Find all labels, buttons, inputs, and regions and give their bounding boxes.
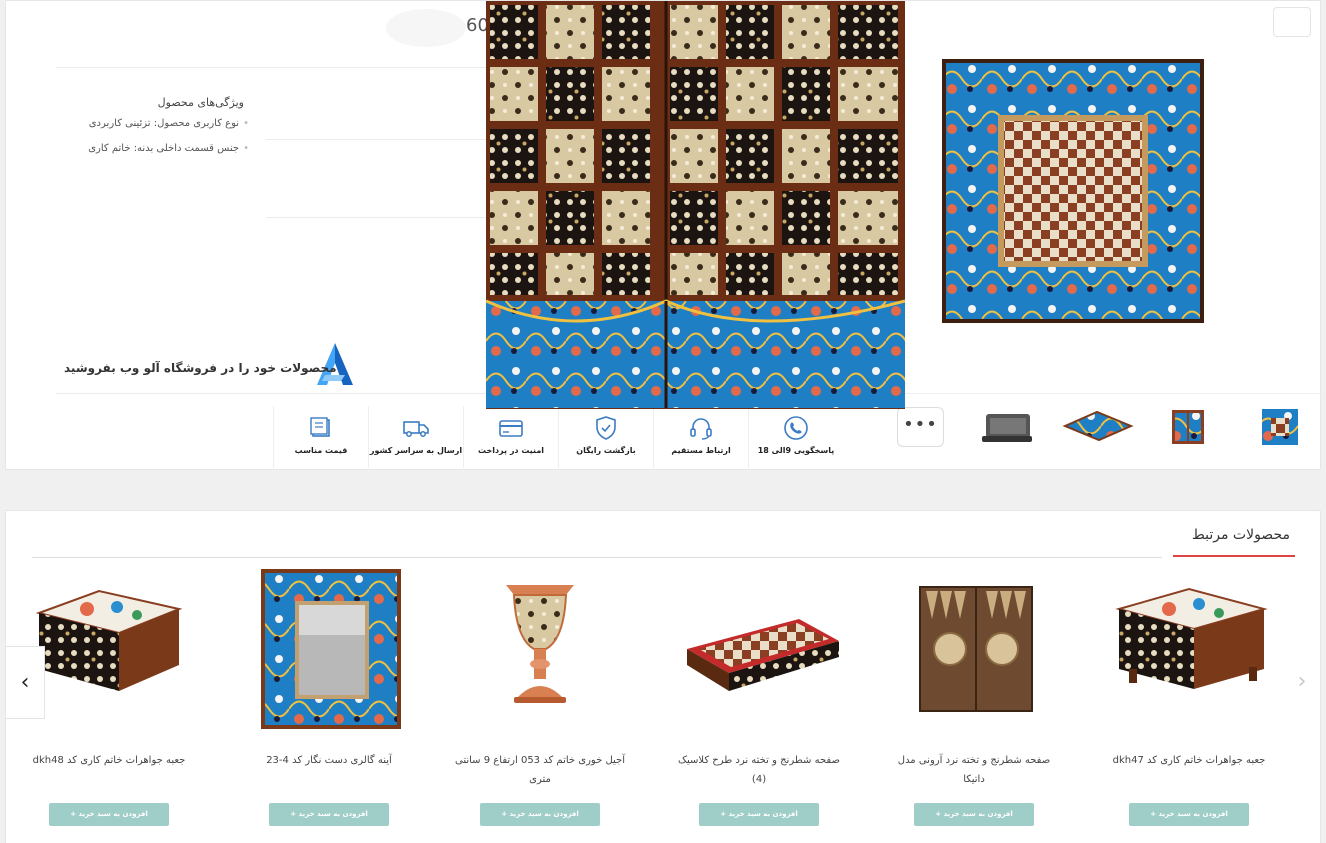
thumbnail-image <box>1062 410 1134 442</box>
thumbs-divider <box>866 393 1326 394</box>
divider <box>266 139 486 140</box>
add-to-cart-button[interactable]: افزودن به سبد خرید + <box>914 803 1034 826</box>
jewelry-box-image <box>1115 587 1268 689</box>
product-image[interactable] <box>894 569 1054 729</box>
product-name[interactable]: آجیل خوری خاتم کد 053 ارتفاع 9 سانتی متر… <box>455 751 625 789</box>
divider <box>266 217 486 218</box>
credit-card-icon <box>499 420 523 437</box>
zoomed-board-image <box>486 1 905 408</box>
service-free-return: بازگشت رایگان <box>558 406 653 468</box>
divider <box>32 557 1162 558</box>
product-card-nut-bowl[interactable]: آجیل خوری خاتم کد 053 ارتفاع 9 سانتی متر… <box>455 569 625 843</box>
main-product-image[interactable] <box>942 59 1204 323</box>
promo-text: محصولات خود را در فروشگاه آلو وب بفروشید <box>64 361 337 375</box>
feature-item: •نوع کاربری محصول: تزئینی کاربردی <box>88 118 249 129</box>
product-name[interactable]: صفحه شطرنج و تخته نرد آرونی مدل داتیکا <box>889 751 1059 789</box>
service-label: پاسخگویی 9الی 18 <box>757 446 835 455</box>
backgammon-board-image <box>919 586 1033 712</box>
thumbnail-open-case[interactable] <box>980 406 1034 448</box>
product-image[interactable] <box>1109 569 1269 729</box>
product-card-datika-board[interactable]: صفحه شطرنج و تخته نرد آرونی مدل داتیکا ا… <box>889 569 1059 843</box>
product-card-dkh47[interactable]: جعبه جواهرات خاتم کاری کد dkh47 افزودن ب… <box>1104 569 1274 843</box>
thumbnail-image <box>1172 410 1204 444</box>
chess-board-image <box>942 59 1204 323</box>
feature-text: جنس قسمت داخلی بدنه: خاتم کاری <box>88 143 240 154</box>
divider <box>56 393 486 394</box>
more-images-button[interactable]: ••• <box>897 407 944 447</box>
truck-icon <box>403 421 429 437</box>
product-image[interactable] <box>460 569 620 729</box>
mirror-frame-image <box>261 569 401 729</box>
divider <box>56 67 486 68</box>
add-to-cart-button[interactable]: افزودن به سبد خرید + <box>480 803 600 826</box>
add-to-cart-button[interactable]: افزودن به سبد خرید + <box>49 803 169 826</box>
product-card-classic-board[interactable]: صفحه شطرنج و تخته نرد طرح کلاسیک (4) افز… <box>674 569 844 843</box>
add-to-cart-button[interactable]: افزودن به سبد خرید + <box>1129 803 1249 826</box>
service-support-hours: پاسخگویی 9الی 18 <box>748 406 843 468</box>
jewelry-box-image <box>35 589 183 691</box>
thumbnail-image <box>982 414 1032 442</box>
service-fair-price: قیمت مناسب <box>273 406 368 468</box>
service-nationwide-shipping: ارسال به سراسر کشور <box>368 406 463 468</box>
sell-with-us-banner[interactable]: محصولات خود را در فروشگاه آلو وب بفروشید <box>64 341 364 391</box>
title-underline <box>1173 555 1295 557</box>
feature-text: نوع کاربری محصول: تزئینی کاربردی <box>88 118 240 129</box>
service-direct-contact: ارتباط مستقیم <box>653 406 748 468</box>
product-name[interactable]: آینه گالری دست نگار کد 4-23 <box>244 751 414 770</box>
product-name[interactable]: صفحه شطرنج و تخته نرد طرح کلاسیک (4) <box>674 751 844 789</box>
thumbnail-backgammon[interactable] <box>1061 406 1135 448</box>
product-name[interactable]: جعبه جواهرات خاتم کاری کد dkh48 <box>24 751 194 770</box>
product-card-mirror[interactable]: آینه گالری دست نگار کد 4-23 افزودن به سب… <box>244 569 414 843</box>
service-secure-payment: امنیت در پرداخت <box>463 406 558 468</box>
product-card-dkh48[interactable]: جعبه جواهرات خاتم کاری کد dkh48 افزودن ب… <box>24 569 194 843</box>
related-products-title: محصولات مرتبط <box>1191 527 1290 543</box>
add-to-cart-button[interactable]: افزودن به سبد خرید + <box>269 803 389 826</box>
product-image[interactable] <box>29 569 189 729</box>
blurred-title-area <box>386 9 466 47</box>
add-to-cart-button[interactable]: افزودن به سبد خرید + <box>699 803 819 826</box>
carousel-prev-button[interactable]: ‹ <box>6 646 45 719</box>
service-label: امنیت در پرداخت <box>477 446 545 455</box>
thumbnail-image <box>1262 409 1298 445</box>
service-label: بازگشت رایگان <box>576 446 636 455</box>
headset-icon <box>690 418 712 440</box>
shield-check-icon <box>596 416 616 440</box>
product-card: 60 ویژگی‌های محصول •نوع کاربری محصول: تز… <box>5 0 1326 470</box>
nut-bowl-image <box>506 585 574 703</box>
chess-box-image <box>687 619 839 691</box>
features-title: ویژگی‌های محصول <box>157 96 244 109</box>
thumbnail-board-open[interactable] <box>1166 406 1210 448</box>
related-products-section: محصولات مرتبط جعبه جواهرات خاتم کاری کد … <box>5 510 1321 843</box>
service-label: قیمت مناسب <box>294 446 348 455</box>
service-label: ارتباط مستقیم <box>671 446 731 455</box>
product-name[interactable]: جعبه جواهرات خاتم کاری کد dkh47 <box>1104 751 1274 770</box>
price-tag-icon <box>310 417 330 437</box>
phone-support-icon <box>784 416 808 440</box>
carousel-next-button[interactable]: › <box>1282 646 1320 719</box>
product-image[interactable] <box>249 569 409 729</box>
share-button[interactable] <box>1273 7 1311 37</box>
product-image[interactable] <box>679 569 839 729</box>
service-label: ارسال به سراسر کشور <box>369 446 463 455</box>
zoomed-product-image <box>486 1 905 409</box>
feature-item: •جنس قسمت داخلی بدنه: خاتم کاری <box>88 143 249 154</box>
thumbnail-chessboard[interactable] <box>1258 406 1302 448</box>
